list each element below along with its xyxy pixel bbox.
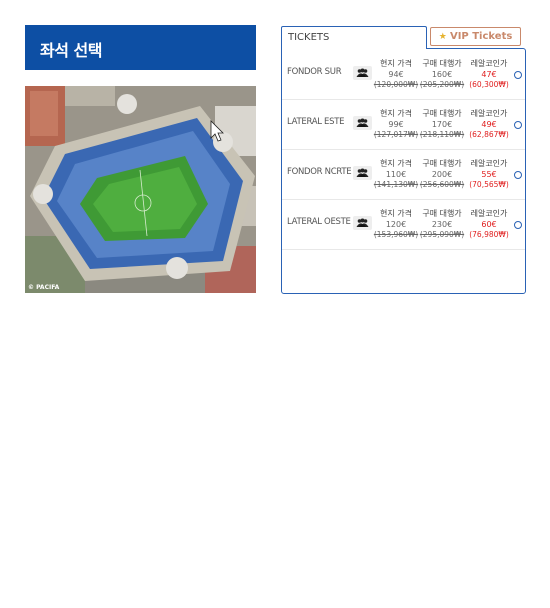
realcoin-price-eur: 47€ [481,69,497,79]
local-price-eur: 94€ [388,69,404,79]
local-price-krw: (120,000₩) [373,80,419,89]
realcoin-price-column: 레알코인가 60€ (76,980₩) [464,209,514,241]
realcoin-price-eur: 55€ [481,169,497,179]
realcoin-price-eur: 49€ [481,119,497,129]
realcoin-price-column: 레알코인가 55€ (70,565₩) [464,159,514,191]
local-price-krw: (141,130₩) [373,180,419,189]
ticket-row[interactable]: LATERAL ESTE 현지 가격 99€ (127,017₩) 구매 대행가… [282,100,525,150]
local-price-krw: (127,017₩) [373,130,419,139]
agency-price-krw: (295,090₩) [419,230,465,239]
local-price-eur: 120€ [385,219,407,229]
agency-price-eur: 230€ [431,219,453,229]
agency-price-eur: 160€ [431,69,453,79]
local-price-column: 현지 가격 110€ (141,130₩) [371,159,421,191]
realcoin-price-column: 레알코인가 49€ (62,867₩) [464,109,514,141]
agency-price-header: 구매 대행가 [422,209,462,218]
agency-price-krw: (218,110₩) [419,130,465,139]
realcoin-price-header: 레알코인가 [470,209,508,218]
seat-group-icon [353,66,372,80]
ticket-radio-button[interactable] [514,71,522,79]
local-price-header: 현지 가격 [380,209,412,218]
local-price-header: 현지 가격 [380,159,412,168]
local-price-column: 현지 가격 99€ (127,017₩) [371,109,421,141]
realcoin-price-krw: (76,980₩) [469,230,509,239]
realcoin-price-header: 레알코인가 [470,109,508,118]
realcoin-price-krw: (60,300₩) [469,80,509,89]
local-price-column: 현지 가격 120€ (153,960₩) [371,209,421,241]
agency-price-eur: 170€ [431,119,453,129]
seat-group-icon [353,116,372,130]
ticket-row[interactable]: LATERAL OESTE 현지 가격 120€ (153,960₩) 구매 대… [282,200,525,250]
agency-price-krw: (205,200₩) [419,80,465,89]
tab-vip-label: VIP Tickets [449,31,513,42]
local-price-column: 현지 가격 94€ (120,000₩) [371,59,421,91]
local-price-krw: (153,960₩) [373,230,419,239]
stadium-illustration [25,86,256,293]
local-price-header: 현지 가격 [380,59,412,68]
ticket-row[interactable]: FONDOR SUR 현지 가격 94€ (120,000₩) 구매 대행가 1… [282,50,525,100]
tab-tickets[interactable]: TICKETS [281,26,427,49]
agency-price-header: 구매 대행가 [422,109,462,118]
seat-group-icon [353,166,372,180]
section-name: LATERAL ESTE [287,117,345,127]
star-icon: ★ [438,32,447,42]
image-watermark: © PACIFA [28,284,60,291]
agency-price-eur: 200€ [431,169,453,179]
agency-price-header: 구매 대행가 [422,159,462,168]
realcoin-price-krw: (70,565₩) [469,180,509,189]
realcoin-price-eur: 60€ [481,219,497,229]
local-price-eur: 110€ [385,169,407,179]
section-name: FONDOR SUR [287,67,342,77]
realcoin-price-krw: (62,867₩) [469,130,509,139]
agency-price-column: 구매 대행가 160€ (205,200₩) [417,59,467,91]
page-title: 좌석 선택 [25,25,256,70]
local-price-header: 현지 가격 [380,109,412,118]
agency-price-column: 구매 대행가 230€ (295,090₩) [417,209,467,241]
ticket-radio-button[interactable] [514,121,522,129]
seat-group-icon [353,216,372,230]
ticket-radio-button[interactable] [514,221,522,229]
section-name: LATERAL OESTE [287,217,351,227]
agency-price-krw: (256,600₩) [419,180,465,189]
section-name: FONDOR NCRTE [287,167,352,177]
ticket-row[interactable]: FONDOR NCRTE 현지 가격 110€ (141,130₩) 구매 대행… [282,150,525,200]
agency-price-header: 구매 대행가 [422,59,462,68]
local-price-eur: 99€ [388,119,404,129]
stadium-image[interactable]: © PACIFA [25,86,256,293]
agency-price-column: 구매 대행가 200€ (256,600₩) [417,159,467,191]
realcoin-price-header: 레알코인가 [470,59,508,68]
tab-vip-tickets[interactable]: ★ VIP Tickets [430,27,521,46]
realcoin-price-header: 레알코인가 [470,159,508,168]
agency-price-column: 구매 대행가 170€ (218,110₩) [417,109,467,141]
ticket-radio-button[interactable] [514,171,522,179]
realcoin-price-column: 레알코인가 47€ (60,300₩) [464,59,514,91]
ticket-list-panel: FONDOR SUR 현지 가격 94€ (120,000₩) 구매 대행가 1… [281,48,526,294]
